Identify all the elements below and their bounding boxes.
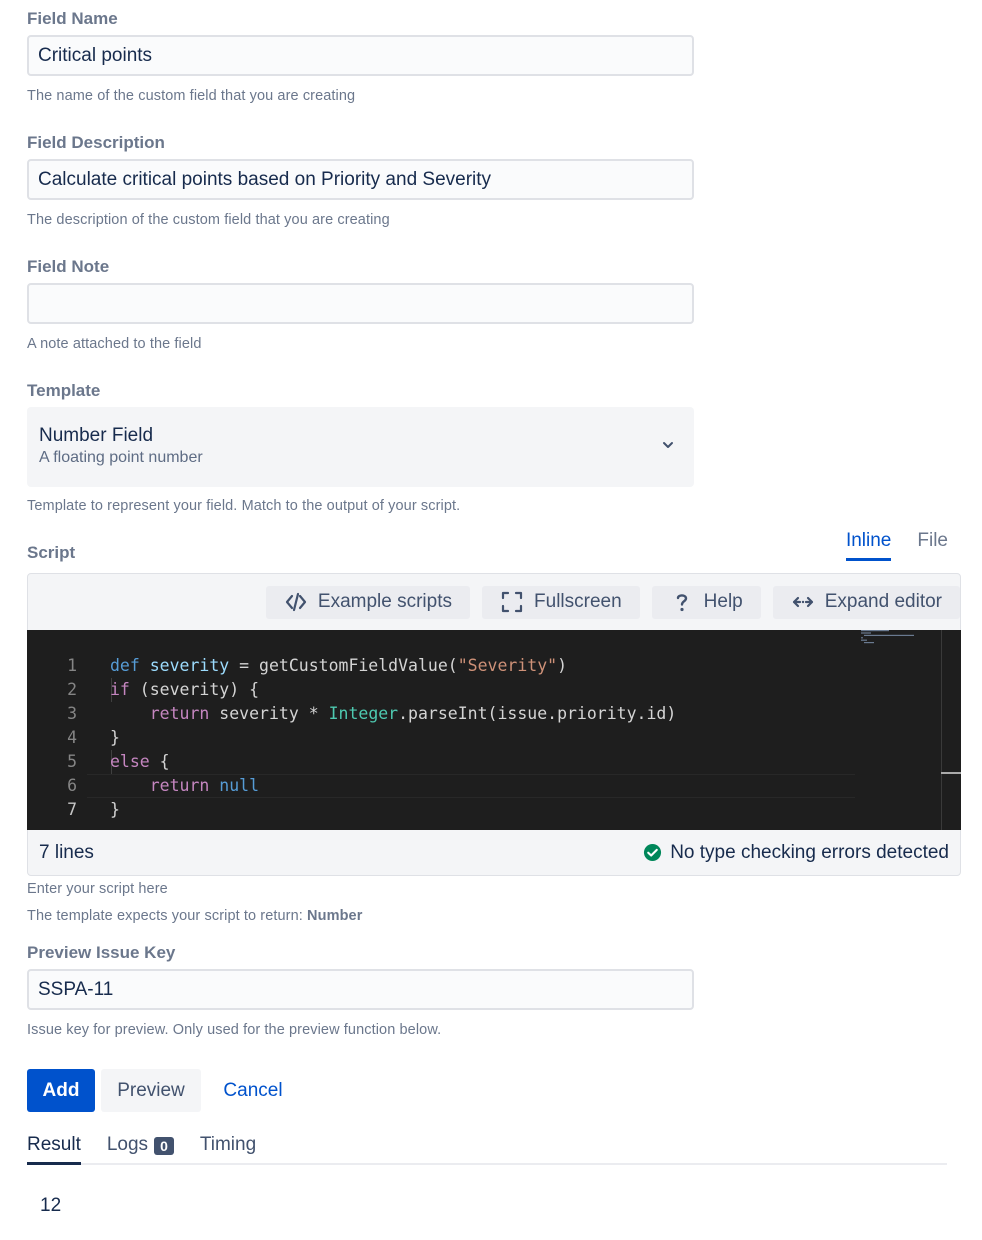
preview-issue-key-helper: Issue key for preview. Only used for the… <box>27 1022 442 1038</box>
code-icon <box>285 592 307 612</box>
editor-statusbar: 7 lines No type checking errors detected <box>28 830 960 875</box>
tab-result[interactable]: Result <box>27 1134 81 1165</box>
expand-editor-button[interactable]: Expand editor <box>772 585 960 619</box>
script-source-tabs: Inline File <box>845 530 948 561</box>
editor-toolbar: Example scripts Fullscreen Help Expand e… <box>28 574 960 630</box>
chevron-down-icon <box>663 442 673 448</box>
tab-timing-label: Timing <box>199 1134 257 1155</box>
template-label: Template <box>27 381 101 400</box>
tab-inline[interactable]: Inline <box>845 530 892 561</box>
fullscreen-icon <box>501 591 523 613</box>
example-scripts-button[interactable]: Example scripts <box>265 585 471 619</box>
code-line: 4} <box>67 728 120 747</box>
example-scripts-label: Example scripts <box>317 591 453 612</box>
logs-count-badge: 0 <box>154 1137 174 1155</box>
type-check-status: No type checking errors detected <box>643 842 949 864</box>
template-helper: Template to represent your field. Match … <box>27 498 461 514</box>
code-area[interactable]: 1 def severity = getCustomFieldValue("Sev… <box>27 630 961 830</box>
fullscreen-button[interactable]: Fullscreen <box>482 585 640 619</box>
tab-file[interactable]: File <box>917 530 948 561</box>
template-selected-subtitle: A floating point number <box>39 449 203 466</box>
field-name-label: Field Name <box>27 9 118 28</box>
preview-button[interactable]: Preview <box>101 1069 201 1112</box>
field-note-input[interactable] <box>27 283 694 324</box>
tab-timing[interactable]: Timing <box>200 1134 256 1165</box>
field-name-input[interactable]: Critical points <box>27 35 694 76</box>
help-icon <box>676 594 687 612</box>
field-description-input[interactable]: Calculate critical points based on Prior… <box>27 159 694 200</box>
help-button[interactable]: Help <box>651 585 761 619</box>
script-label: Script <box>27 543 76 562</box>
field-note-label: Field Note <box>27 257 110 276</box>
code-minimap <box>861 630 914 644</box>
tab-result-label: Result <box>27 1134 81 1155</box>
result-tabs: Result Logs 0 Timing <box>27 1134 947 1165</box>
field-note-helper: A note attached to the field <box>27 336 202 352</box>
script-editor: Example scripts Fullscreen Help Expand e… <box>27 573 961 876</box>
field-description-label: Field Description <box>27 133 165 152</box>
expand-editor-label: Expand editor <box>824 591 942 612</box>
script-helper: Enter your script here <box>27 881 168 897</box>
cancel-button[interactable]: Cancel <box>214 1069 292 1112</box>
code-line: 3 return severity * Integer.parseInt(iss… <box>67 704 677 723</box>
return-type-hint: The template expects your script to retu… <box>27 908 362 924</box>
code-line: 2 if (severity) { <box>67 680 260 699</box>
tab-logs[interactable]: Logs 0 <box>107 1134 174 1165</box>
add-button[interactable]: Add <box>27 1069 95 1112</box>
help-label: Help <box>703 591 743 612</box>
code-line: 7} <box>67 800 120 819</box>
return-hint-prefix: The template expects your script to retu… <box>27 908 303 924</box>
line-count: 7 lines <box>39 841 94 863</box>
expand-icon <box>792 596 813 608</box>
code-line: 5 else { <box>67 752 170 771</box>
preview-issue-key-input[interactable]: SSPA-11 <box>27 969 694 1010</box>
preview-issue-key-label: Preview Issue Key <box>27 943 176 962</box>
field-description-helper: The description of the custom field that… <box>27 212 390 228</box>
template-selected-title: Number Field <box>39 425 154 446</box>
type-check-text: No type checking errors detected <box>670 841 949 863</box>
field-name-helper: The name of the custom field that you ar… <box>27 88 356 104</box>
editor-scrollbar[interactable] <box>941 630 961 830</box>
template-select[interactable]: Number Field A floating point number <box>27 407 694 487</box>
code-line: 1 def severity = getCustomFieldValue("Sev… <box>67 656 567 675</box>
return-type: Number <box>307 908 363 924</box>
check-circle-icon <box>644 843 662 862</box>
result-value: 12 <box>40 1195 62 1216</box>
tab-logs-label: Logs <box>106 1134 149 1155</box>
fullscreen-label: Fullscreen <box>534 591 622 612</box>
code-line: 6 return null <box>67 776 260 795</box>
